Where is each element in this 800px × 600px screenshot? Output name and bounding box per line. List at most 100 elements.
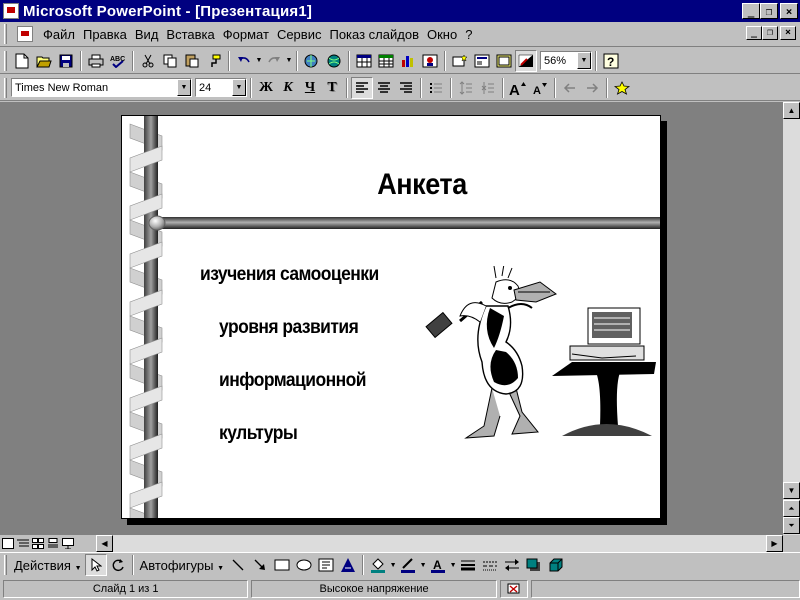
align-right-icon[interactable] [395,77,417,99]
format-toolbar-grip[interactable] [4,77,7,98]
menu-tools[interactable]: Сервис [273,27,326,42]
italic-button[interactable]: К [277,77,299,99]
zoom-dropdown-icon[interactable]: ▼ [577,52,591,69]
cut-icon[interactable] [137,50,159,72]
notes-view-icon[interactable] [45,536,60,551]
increase-font-size-icon[interactable]: A [507,77,529,99]
fill-color-dropdown-icon[interactable]: ▼ [389,562,397,569]
bold-button[interactable]: Ж [255,77,277,99]
increase-spacing-icon[interactable] [455,77,477,99]
menu-view[interactable]: Вид [131,27,163,42]
line-tool-icon[interactable] [227,554,249,576]
menu-file[interactable]: Файл [39,27,79,42]
format-painter-icon[interactable] [203,50,225,72]
wordart-tool-icon[interactable] [337,554,359,576]
scroll-left-icon[interactable]: ◀ [96,535,113,552]
slide-title[interactable]: Анкета [287,168,557,202]
bullets-icon[interactable] [425,77,447,99]
powerpoint-app-icon[interactable] [3,3,19,19]
font-size-combo[interactable]: 24 ▼ [195,78,247,97]
text-shadow-button[interactable]: Т [321,77,343,99]
slide-bullet-3[interactable]: информационной [219,370,366,392]
font-size-dropdown-icon[interactable]: ▼ [232,79,246,96]
text-box-tool-icon[interactable] [315,554,337,576]
zoom-combo[interactable]: 56% ▼ [540,51,592,70]
shadow-icon[interactable] [523,554,545,576]
oval-tool-icon[interactable] [293,554,315,576]
slide-bullet-2[interactable]: уровня развития [219,317,359,339]
animation-effects-icon[interactable] [611,77,633,99]
decrease-spacing-icon[interactable] [477,77,499,99]
align-center-icon[interactable] [373,77,395,99]
underline-button[interactable]: Ч [299,77,321,99]
align-left-icon[interactable] [351,76,373,99]
font-color-icon[interactable]: A [427,554,449,576]
normal-view-icon[interactable] [0,536,15,551]
line-color-icon[interactable] [397,554,419,576]
actions-menu[interactable]: Действия ▼ [11,558,85,573]
font-color-dropdown-icon[interactable]: ▼ [449,562,457,569]
restore-button[interactable]: ❐ [760,3,778,19]
new-document-icon[interactable] [11,50,33,72]
insert-word-table-icon[interactable] [353,50,375,72]
menu-edit[interactable]: Правка [79,27,131,42]
spelling-icon[interactable]: ABC [107,50,129,72]
promote-icon[interactable] [559,77,581,99]
slideshow-view-icon[interactable] [60,536,75,551]
arrow-tool-icon[interactable] [249,554,271,576]
previous-slide-icon[interactable]: ⏶ [783,500,800,517]
spelling-status-icon[interactable] [499,580,528,598]
next-slide-icon[interactable]: ⏷ [783,517,800,534]
black-white-view-icon[interactable] [515,49,537,72]
save-icon[interactable] [55,50,77,72]
line-style-icon[interactable] [457,554,479,576]
slide-bullet-1[interactable]: изучения самооценки [200,264,379,286]
free-rotate-icon[interactable] [107,554,129,576]
autoshapes-menu[interactable]: Автофигуры ▼ [137,558,228,573]
slide-sorter-view-icon[interactable] [30,536,45,551]
insert-hyperlink-icon[interactable] [301,50,323,72]
new-slide-icon[interactable] [449,50,471,72]
vertical-scrollbar[interactable]: ▲ ▼ ⏶ ⏷ [783,102,800,535]
undo-icon[interactable] [233,50,255,72]
line-color-dropdown-icon[interactable]: ▼ [419,562,427,569]
paste-icon[interactable] [181,50,203,72]
3d-icon[interactable] [545,554,567,576]
insert-clipart-icon[interactable] [419,50,441,72]
demote-icon[interactable] [581,77,603,99]
apply-design-icon[interactable] [493,50,515,72]
doc-close-button[interactable]: × [780,26,796,40]
print-icon[interactable] [85,50,107,72]
menubar-grip[interactable] [4,24,7,44]
doc-minimize-button[interactable]: _ [746,26,762,40]
menu-help[interactable]: ? [461,27,476,42]
minimize-button[interactable]: _ [742,3,760,19]
arrow-style-icon[interactable] [501,554,523,576]
redo-icon[interactable] [263,50,285,72]
slide-layout-icon[interactable] [471,50,493,72]
web-toolbar-icon[interactable] [323,50,345,72]
scroll-up-icon[interactable]: ▲ [783,102,800,119]
slide-bullet-4[interactable]: культуры [219,423,298,445]
close-button[interactable]: × [780,3,798,19]
open-folder-icon[interactable] [33,50,55,72]
decrease-font-size-icon[interactable]: A [529,77,551,99]
dash-style-icon[interactable] [479,554,501,576]
document-icon[interactable] [17,26,33,42]
menu-slideshow[interactable]: Показ слайдов [325,27,423,42]
menu-format[interactable]: Формат [219,27,273,42]
undo-dropdown-icon[interactable]: ▼ [255,57,263,64]
insert-excel-worksheet-icon[interactable] [375,50,397,72]
menu-window[interactable]: Окно [423,27,461,42]
fill-color-icon[interactable] [367,554,389,576]
select-objects-icon[interactable] [84,554,107,576]
slide-canvas[interactable]: Анкета изучения самооценки уровня развит… [121,115,661,519]
toolbar-grip[interactable] [4,50,7,71]
menu-insert[interactable]: Вставка [162,27,218,42]
doc-restore-button[interactable]: ❐ [762,26,778,40]
horizontal-scrollbar[interactable]: ◀ ▶ [96,535,783,552]
font-name-combo[interactable]: Times New Roman ▼ [11,78,192,97]
rectangle-tool-icon[interactable] [271,554,293,576]
scroll-down-icon[interactable]: ▼ [783,482,800,499]
office-assistant-icon[interactable]: ? [600,50,622,72]
